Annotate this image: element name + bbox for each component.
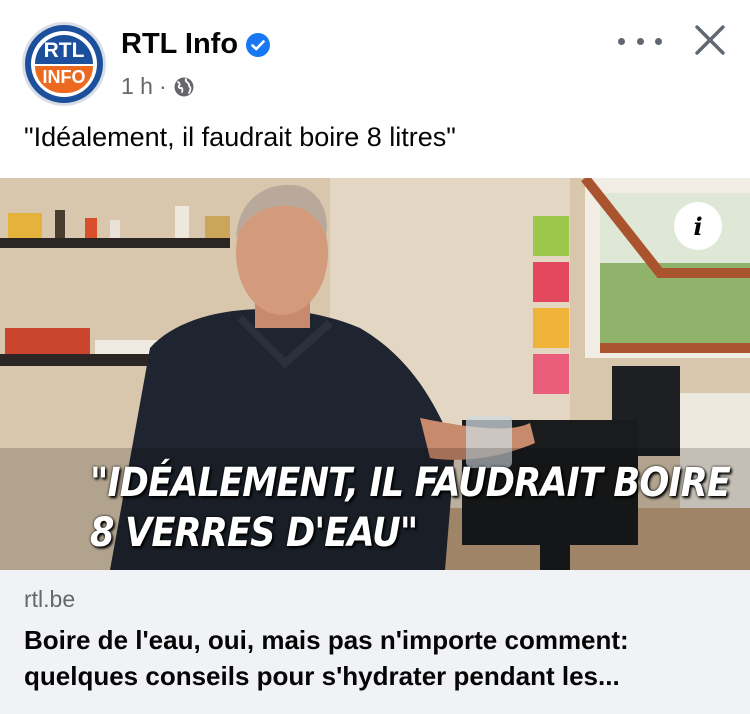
- more-options-button[interactable]: [618, 26, 662, 56]
- video-thumbnail[interactable]: "IDÉALEMENT, IL FAUDRAIT BOIRE 8 VERRES …: [0, 178, 750, 570]
- post-time[interactable]: 1 h: [121, 73, 153, 100]
- globe-icon: [174, 77, 194, 96]
- link-domain: rtl.be: [24, 586, 76, 612]
- post-meta: 1 h ·: [121, 73, 195, 100]
- more-dot: [636, 37, 644, 45]
- link-title[interactable]: Boire de l'eau, oui, mais pas n'importe …: [24, 622, 724, 694]
- meta-separator: ·: [158, 73, 167, 99]
- info-icon[interactable]: i: [674, 202, 722, 250]
- verified-badge-icon: [246, 33, 270, 57]
- thumbnail-scene: [0, 178, 750, 570]
- more-dot: [618, 37, 625, 45]
- close-icon[interactable]: [692, 22, 728, 58]
- post-text: "Idéalement, il faudrait boire 8 litres": [24, 122, 456, 152]
- page-avatar[interactable]: RTL INFO: [22, 22, 106, 106]
- link-preview[interactable]: rtl.be Boire de l'eau, oui, mais pas n'i…: [0, 570, 750, 714]
- page-name[interactable]: RTL Info: [121, 28, 238, 61]
- more-dot: [655, 37, 662, 45]
- post-header: RTL INFO RTL Info 1 h ·: [0, 0, 750, 110]
